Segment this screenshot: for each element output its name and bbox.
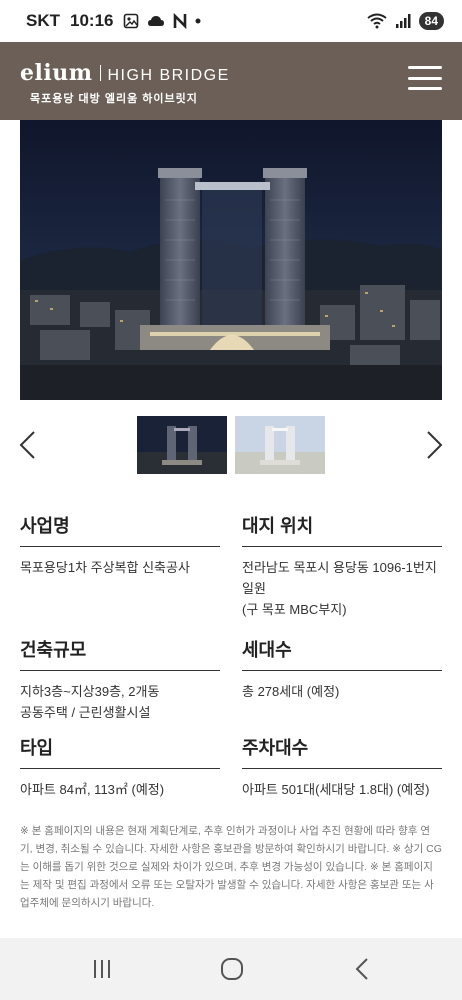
info-title: 주차대수 [242,734,442,769]
back-icon[interactable] [348,956,376,982]
chevron-right-icon[interactable] [424,430,444,460]
brand-subtitle: 목포용당 대방 엘리움 하이브릿지 [30,93,198,105]
gallery-icon [124,13,139,29]
site-header: elium HIGH BRIDGE 목포용당 대방 엘리움 하이브릿지 [0,42,462,120]
info-parking: 주차대수 아파트 501대(세대당 1.8대) (예정) [242,734,442,818]
brand-logo[interactable]: elium HIGH BRIDGE [20,60,230,86]
menu-icon[interactable] [408,66,442,90]
info-title: 건축규모 [20,636,220,671]
info-title: 대지 위치 [242,512,442,547]
brand-divider [99,65,101,81]
recent-apps-icon[interactable] [88,956,116,982]
info-building-scale: 건축규모 지하3층~지상39층, 2개동 공동주택 / 근린생활시설 [20,636,220,734]
hero-rendering-image [20,120,442,400]
cloud-icon [148,16,165,26]
wifi-icon [367,13,387,29]
status-bar: SKT 10:16 84 [0,0,462,42]
brand-model: HIGH BRIDGE [107,67,230,84]
thumbnail-day-view[interactable] [235,416,325,474]
home-icon[interactable] [218,956,246,982]
n-icon [174,13,187,29]
system-navigation-bar [0,938,462,1000]
info-title: 타입 [20,734,220,769]
clock: 10:16 [70,11,114,30]
signal-icon [395,14,411,28]
info-text: 전라남도 목포시 용당동 1096-1번지 일원 (구 목포 MBC부지) [242,560,437,617]
carrier-label: SKT [26,11,60,30]
info-households: 세대수 총 278세대 (예정) [242,636,442,734]
info-text: 총 278세대 (예정) [242,684,340,699]
info-text: 목포용당1차 주상복합 신축공사 [20,560,190,575]
thumbnail-night-view[interactable] [137,416,227,474]
info-title: 사업명 [20,512,220,547]
chevron-left-icon[interactable] [18,430,38,460]
battery-indicator: 84 [418,12,444,30]
info-unit-type: 타입 아파트 84㎡, 113㎡ (예정) [20,734,220,818]
project-info: 사업명 목포용당1차 주상복합 신축공사 대지 위치 전라남도 목포시 용당동 … [20,512,442,818]
dot-icon [195,18,201,24]
info-title: 세대수 [242,636,442,671]
info-text: 지하3층~지상39층, 2개동 공동주택 / 근린생활시설 [20,684,160,720]
info-text: 아파트 501대(세대당 1.8대) (예정) [242,782,430,797]
brand-name: elium [20,60,93,86]
info-text: 아파트 84㎡, 113㎡ (예정) [20,782,165,797]
disclaimer-notice: ※ 본 홈페이지의 내용은 현재 계획단계로, 추후 인허가 과정이나 사업 추… [20,825,442,909]
info-site-location: 대지 위치 전라남도 목포시 용당동 1096-1번지 일원 (구 목포 MBC… [242,512,442,636]
info-project-name: 사업명 목포용당1차 주상복합 신축공사 [20,512,220,636]
